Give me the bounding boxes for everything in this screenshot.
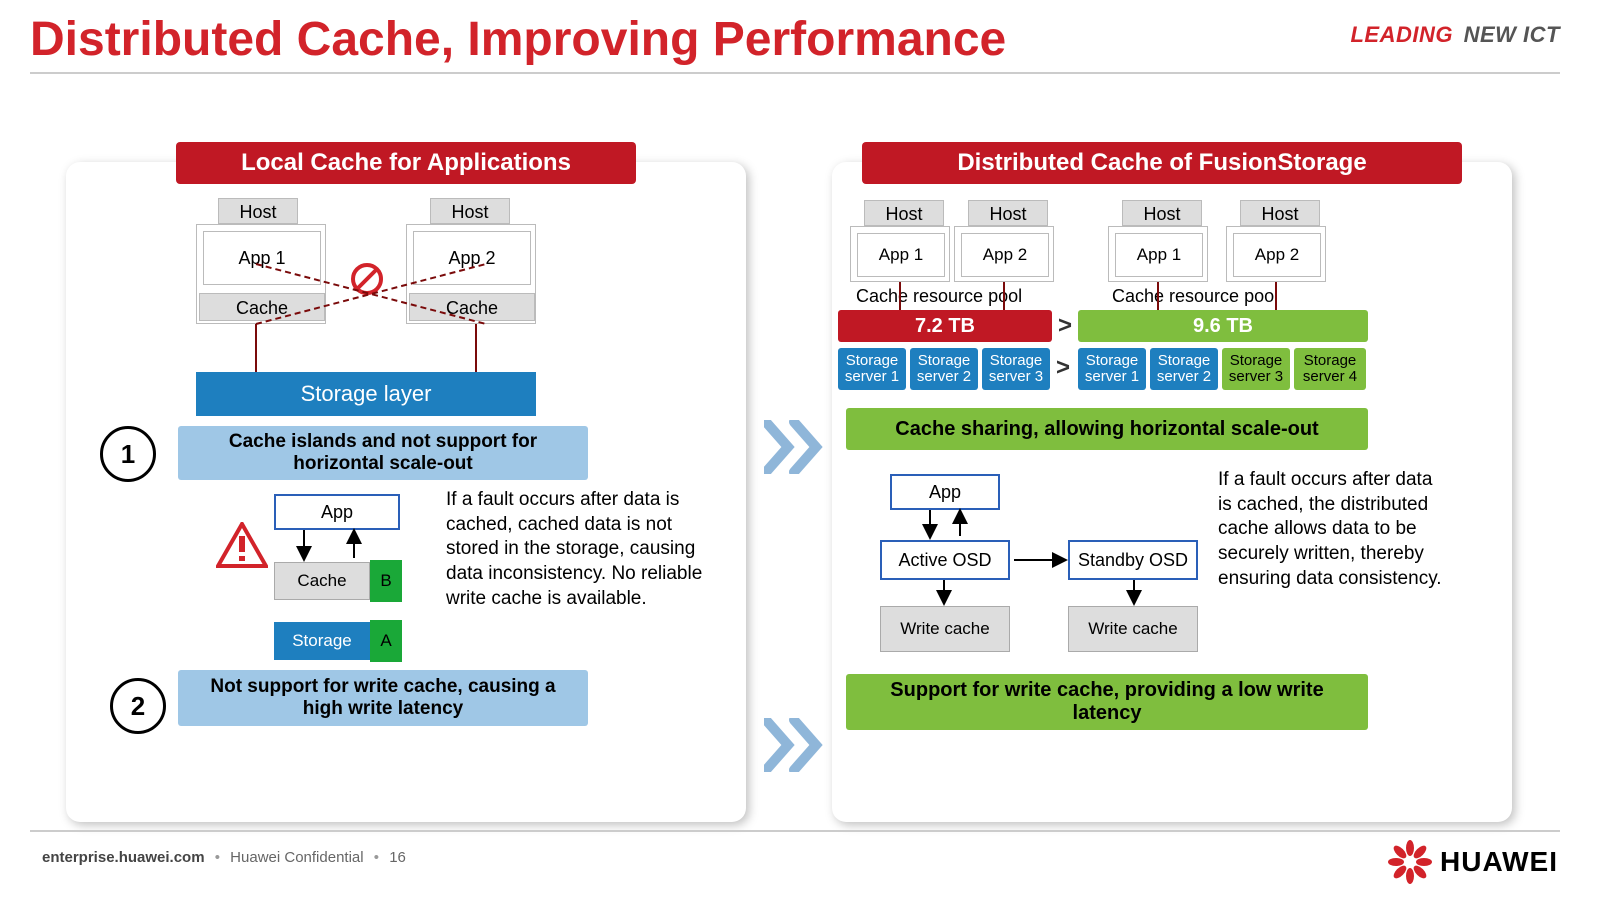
osd-wc2: Write cache <box>1068 606 1198 652</box>
step-2: 2 <box>110 678 166 734</box>
pool-label-2: Cache resource pool <box>1112 286 1278 307</box>
warning-icon <box>216 522 268 568</box>
osd-active: Active OSD <box>880 540 1010 580</box>
srv-7: Storage server 4 <box>1294 348 1366 390</box>
mini-app: App <box>274 494 400 530</box>
r-host-a: Host <box>864 200 944 226</box>
app-box-1: App 1 <box>203 231 321 285</box>
footer-page: 16 <box>389 849 406 866</box>
pool-label-1: Cache resource pool <box>856 286 1022 307</box>
callout-left-1: Cache islands and not support for horizo… <box>178 426 588 480</box>
pool-green: 9.6 TB <box>1078 310 1368 342</box>
brand-tag: LEADING NEW ICT <box>1350 22 1560 48</box>
host-label-1: Host <box>218 198 298 224</box>
osd-standby: Standby OSD <box>1068 540 1198 580</box>
forbidden-icon <box>350 262 384 296</box>
mini-tag-b: B <box>370 560 402 602</box>
brand-newict: NEW ICT <box>1464 22 1560 47</box>
storage-layer: Storage layer <box>196 372 536 416</box>
r-app-1b: App 1 <box>1115 233 1203 277</box>
para-right: If a fault occurs after data is cached, … <box>1218 468 1448 591</box>
footer-conf: Huawei Confidential <box>230 849 363 866</box>
huawei-petals-icon <box>1388 840 1432 884</box>
r-app-1a: App 1 <box>857 233 945 277</box>
para-left: If a fault occurs after data is cached, … <box>446 488 716 611</box>
host-box-1: App 1 Cache <box>196 224 326 324</box>
srv-6: Storage server 3 <box>1222 348 1290 390</box>
osd-app: App <box>890 474 1000 510</box>
footer-site: enterprise.huawei.com <box>42 849 205 866</box>
srv-5: Storage server 2 <box>1150 348 1218 390</box>
r-hostbox-b: App 2 <box>954 226 1054 282</box>
srv-4: Storage server 1 <box>1078 348 1146 390</box>
r-hostbox-c: App 1 <box>1108 226 1208 282</box>
mini-cache: Cache <box>274 562 370 600</box>
panel-right-header: Distributed Cache of FusionStorage <box>862 142 1462 184</box>
footer-text: enterprise.huawei.com • Huawei Confident… <box>42 849 406 866</box>
transition-arrow-2 <box>764 718 824 772</box>
panel-local-cache: Local Cache for Applications Host App 1 … <box>66 162 746 822</box>
panel-distributed-cache: Distributed Cache of FusionStorage Host … <box>832 162 1512 822</box>
callout-right-2: Support for write cache, providing a low… <box>846 674 1368 730</box>
r-app-2b: App 2 <box>1233 233 1321 277</box>
gt-2: > <box>1056 354 1070 382</box>
app-box-2: App 2 <box>413 231 531 285</box>
r-hostbox-d: App 2 <box>1226 226 1326 282</box>
panel-left-header: Local Cache for Applications <box>176 142 636 184</box>
r-app-2a: App 2 <box>961 233 1049 277</box>
osd-wc1: Write cache <box>880 606 1010 652</box>
srv-3: Storage server 3 <box>982 348 1050 390</box>
title-rule <box>30 72 1560 74</box>
step-1: 1 <box>100 426 156 482</box>
huawei-logo: HUAWEI <box>1388 840 1558 884</box>
gt-1: > <box>1058 312 1072 340</box>
r-host-c: Host <box>1122 200 1202 226</box>
r-host-d: Host <box>1240 200 1320 226</box>
callout-left-2: Not support for write cache, causing a h… <box>178 670 588 726</box>
footer-rule <box>30 830 1560 832</box>
host-box-2: App 2 Cache <box>406 224 536 324</box>
mini-tag-a: A <box>370 620 402 662</box>
transition-arrow-1 <box>764 420 824 474</box>
huawei-word: HUAWEI <box>1440 846 1558 878</box>
r-host-b: Host <box>968 200 1048 226</box>
callout-right-1: Cache sharing, allowing horizontal scale… <box>846 408 1368 450</box>
host-label-2: Host <box>430 198 510 224</box>
cache-row-1: Cache <box>199 293 325 321</box>
r-hostbox-a: App 1 <box>850 226 950 282</box>
srv-2: Storage server 2 <box>910 348 978 390</box>
pool-red: 7.2 TB <box>838 310 1052 342</box>
mini-storage: Storage <box>274 622 370 660</box>
brand-leading: LEADING <box>1350 22 1453 47</box>
cache-row-2: Cache <box>409 293 535 321</box>
srv-1: Storage server 1 <box>838 348 906 390</box>
slide-title: Distributed Cache, Improving Performance <box>30 12 1006 67</box>
